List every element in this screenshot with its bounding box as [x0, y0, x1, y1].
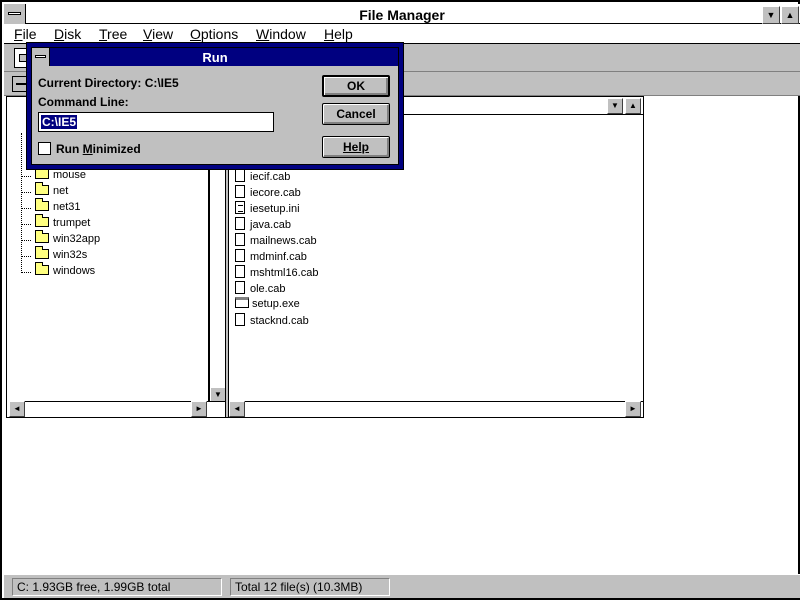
command-line-input[interactable]: C:\IE5: [38, 112, 274, 132]
file-item[interactable]: iecore.cab: [235, 185, 301, 201]
menu-bar: File Disk Tree View Options Window Help: [4, 24, 800, 44]
tree-connector-line: [21, 133, 22, 273]
tree-horizontal-scrollbar[interactable]: ◄ ►: [9, 401, 225, 417]
file-name: setup.exe: [252, 298, 300, 310]
file-item[interactable]: mdminf.cab: [235, 249, 307, 265]
tree-folder-item[interactable]: windows: [35, 262, 96, 281]
tree-branch: [21, 224, 31, 225]
file-item[interactable]: iecif.cab: [235, 169, 290, 185]
file-icon: [235, 265, 245, 278]
program-icon: [235, 297, 249, 308]
ok-button[interactable]: OK: [322, 75, 390, 97]
chevron-up-icon[interactable]: ▲: [625, 98, 641, 114]
file-item[interactable]: iesetup.ini: [235, 201, 300, 217]
menu-file[interactable]: File: [14, 26, 37, 42]
run-dialog-title-bar: Run: [32, 48, 398, 66]
folder-label: windows: [53, 265, 96, 277]
run-dialog-body: Run Current Directory: C:\IE5 Command Li…: [31, 47, 399, 165]
file-name: mailnews.cab: [250, 235, 317, 247]
help-button[interactable]: Help: [322, 136, 390, 158]
file-item[interactable]: setup.exe: [235, 297, 300, 313]
run-minimized-checkbox[interactable]: [38, 142, 51, 155]
current-directory-label: Current Directory: C:\IE5: [38, 76, 179, 90]
run-minimized-text: Run: [56, 142, 83, 156]
file-name: iesetup.ini: [250, 203, 300, 215]
title-bar: File Manager ▼ ▲: [4, 4, 800, 24]
scroll-left-arrow-icon[interactable]: ◄: [9, 401, 25, 417]
file-manager-window: File Manager ▼ ▲ File Disk Tree View Opt…: [0, 0, 800, 600]
tree-branch: [21, 192, 31, 193]
folder-icon: [35, 182, 49, 195]
document-icon: [235, 201, 245, 214]
cancel-button[interactable]: Cancel: [322, 103, 390, 125]
menu-disk[interactable]: Disk: [54, 26, 81, 42]
maximize-button[interactable]: ▲: [781, 6, 799, 24]
file-name: java.cab: [250, 219, 291, 231]
tree-folder-item[interactable]: trumpet: [35, 214, 91, 233]
file-item[interactable]: mshtml16.cab: [235, 265, 318, 281]
run-minimized-text-rest: inimized: [92, 142, 141, 156]
window-title: File Manager: [359, 7, 445, 23]
menu-window[interactable]: Window: [256, 26, 306, 42]
folder-label: mouse: [53, 169, 87, 181]
file-name: iecif.cab: [250, 171, 291, 183]
file-icon: [235, 281, 245, 294]
file-horizontal-scrollbar[interactable]: ◄ ►: [229, 401, 643, 417]
status-bar: C: 1.93GB free, 1.99GB total Total 12 fi…: [4, 574, 800, 598]
file-name: stacknd.cab: [250, 315, 309, 327]
file-count-status: Total 12 file(s) (10.3MB): [230, 578, 390, 596]
tree-folder-item[interactable]: win32app: [35, 230, 101, 249]
file-icon: [235, 233, 245, 246]
folder-label: trumpet: [53, 217, 91, 229]
scroll-right-arrow-icon[interactable]: ►: [191, 401, 207, 417]
folder-icon: [35, 262, 49, 275]
disk-space-status: C: 1.93GB free, 1.99GB total: [12, 578, 222, 596]
file-name: mshtml16.cab: [250, 267, 319, 279]
tree-branch: [21, 272, 31, 273]
file-icon: [235, 169, 245, 182]
file-item[interactable]: ole.cab: [235, 281, 285, 297]
folder-label: win32app: [53, 233, 101, 245]
run-minimized-label[interactable]: Run Minimized: [56, 142, 141, 156]
scroll-right-arrow-icon[interactable]: ►: [625, 401, 641, 417]
file-icon: [235, 217, 245, 230]
tree-branch: [21, 240, 31, 241]
scroll-left-arrow-icon[interactable]: ◄: [229, 401, 245, 417]
menu-view[interactable]: View: [143, 26, 173, 42]
folder-icon: [35, 246, 49, 259]
menu-help[interactable]: Help: [324, 26, 353, 42]
folder-icon: [35, 166, 49, 179]
folder-label: net: [53, 185, 69, 197]
folder-label: win32s: [53, 249, 88, 261]
chevron-down-icon[interactable]: ▼: [607, 98, 623, 114]
file-icon: [235, 185, 245, 198]
file-item[interactable]: stacknd.cab: [235, 313, 309, 329]
file-item[interactable]: java.cab: [235, 217, 291, 233]
run-minimized-accelerator: M: [82, 142, 93, 156]
folder-icon: [35, 214, 49, 227]
folder-icon: [35, 198, 49, 211]
file-name: mdminf.cab: [250, 251, 307, 263]
tree-branch: [21, 208, 31, 209]
folder-label: net31: [53, 201, 81, 213]
command-line-value: C:\IE5: [39, 114, 79, 130]
menu-tree[interactable]: Tree: [99, 26, 127, 42]
minimize-button[interactable]: ▼: [762, 6, 780, 24]
tree-branch: [21, 176, 31, 177]
menu-options[interactable]: Options: [190, 26, 238, 42]
file-name: iecore.cab: [250, 187, 301, 199]
run-dialog-title: Run: [202, 50, 228, 65]
file-item[interactable]: mailnews.cab: [235, 233, 317, 249]
folder-icon: [35, 230, 49, 243]
command-line-label: Command Line:: [38, 95, 129, 109]
file-icon: [235, 313, 245, 326]
file-icon: [235, 249, 245, 262]
run-dialog: Run Current Directory: C:\IE5 Command Li…: [26, 42, 404, 170]
tree-branch: [21, 256, 31, 257]
file-name: ole.cab: [250, 283, 286, 295]
